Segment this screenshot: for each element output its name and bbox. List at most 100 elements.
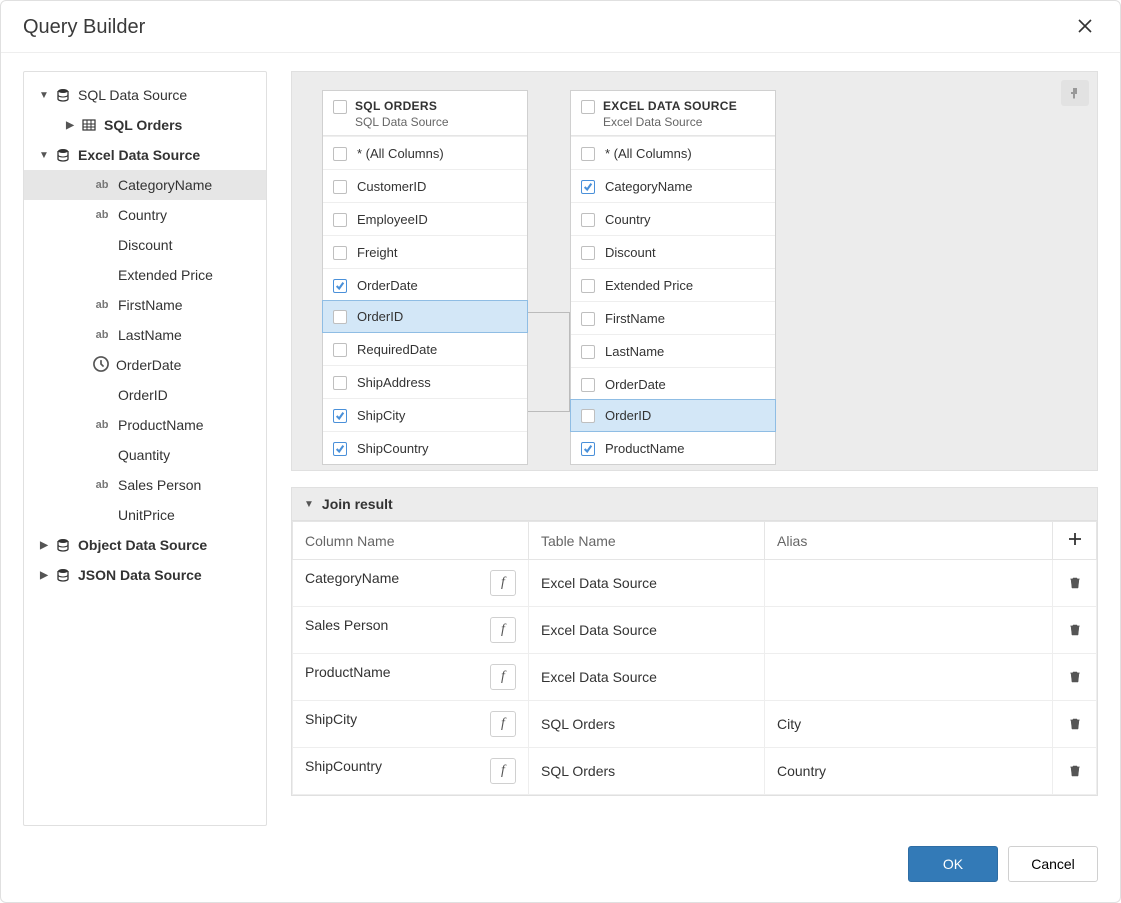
- close-button[interactable]: [1072, 13, 1098, 42]
- checkbox[interactable]: [333, 376, 347, 390]
- checkbox[interactable]: [333, 409, 347, 423]
- result-alias[interactable]: [765, 607, 1053, 654]
- column-row[interactable]: OrderDate: [323, 268, 527, 301]
- checkbox[interactable]: [581, 180, 595, 194]
- expression-button[interactable]: f: [490, 617, 516, 643]
- column-row[interactable]: ShipCity: [323, 398, 527, 431]
- tree-node[interactable]: abLastName: [24, 320, 266, 350]
- checkbox[interactable]: [333, 213, 347, 227]
- pin-button[interactable]: [1061, 80, 1089, 106]
- checkbox[interactable]: [581, 147, 595, 161]
- result-table-name: SQL Orders: [529, 701, 765, 748]
- column-row[interactable]: CategoryName: [571, 169, 775, 202]
- checkbox[interactable]: [333, 310, 347, 324]
- delete-row-button[interactable]: [1065, 575, 1084, 589]
- checkbox[interactable]: [581, 345, 595, 359]
- cancel-button[interactable]: Cancel: [1008, 846, 1098, 882]
- checkbox[interactable]: [333, 180, 347, 194]
- checkbox[interactable]: [581, 279, 595, 293]
- column-row[interactable]: EmployeeID: [323, 202, 527, 235]
- checkbox[interactable]: [333, 147, 347, 161]
- column-row[interactable]: OrderID: [322, 300, 528, 333]
- expression-button[interactable]: f: [490, 758, 516, 784]
- column-name: * (All Columns): [357, 146, 444, 161]
- result-row: ShipCountryfSQL OrdersCountry: [293, 748, 1097, 795]
- tree-node[interactable]: abCategoryName: [24, 170, 266, 200]
- delete-row-button[interactable]: [1065, 763, 1084, 777]
- tree-node-label: SQL Data Source: [78, 87, 187, 103]
- column-row[interactable]: OrderDate: [571, 367, 775, 400]
- delete-row-button[interactable]: [1065, 669, 1084, 683]
- column-row[interactable]: ShipCountry: [323, 431, 527, 464]
- tree-node[interactable]: Extended Price: [24, 260, 266, 290]
- ok-button[interactable]: OK: [908, 846, 998, 882]
- column-row[interactable]: * (All Columns): [323, 136, 527, 169]
- tree-node[interactable]: abSales Person: [24, 470, 266, 500]
- tree-node[interactable]: OrderID: [24, 380, 266, 410]
- column-row[interactable]: Country: [571, 202, 775, 235]
- result-alias[interactable]: [765, 560, 1053, 607]
- column-row[interactable]: OrderID: [570, 399, 776, 432]
- checkbox[interactable]: [581, 213, 595, 227]
- column-row[interactable]: Discount: [571, 235, 775, 268]
- checkbox[interactable]: [333, 100, 347, 114]
- result-alias[interactable]: City: [765, 701, 1053, 748]
- datasource-tree[interactable]: ▼SQL Data Source▶SQL Orders▼Excel Data S…: [23, 71, 267, 826]
- col-header-alias[interactable]: Alias: [765, 522, 1053, 560]
- column-name: CustomerID: [357, 179, 426, 194]
- column-row[interactable]: FirstName: [571, 301, 775, 334]
- checkbox[interactable]: [581, 312, 595, 326]
- column-row[interactable]: ShipAddress: [323, 365, 527, 398]
- checkbox[interactable]: [581, 409, 595, 423]
- column-row[interactable]: CustomerID: [323, 169, 527, 202]
- tree-node[interactable]: ▶JSON Data Source: [24, 560, 266, 590]
- tree-node[interactable]: ▶SQL Orders: [24, 110, 266, 140]
- checkbox[interactable]: [333, 442, 347, 456]
- text-type-icon: ab: [92, 329, 112, 341]
- table-box[interactable]: SQL ORDERSSQL Data Source* (All Columns)…: [322, 90, 528, 465]
- expression-button[interactable]: f: [490, 570, 516, 596]
- result-row: Sales PersonfExcel Data Source: [293, 607, 1097, 654]
- column-row[interactable]: Extended Price: [571, 268, 775, 301]
- checkbox[interactable]: [581, 100, 595, 114]
- result-alias[interactable]: [765, 654, 1053, 701]
- tree-node[interactable]: ▶Object Data Source: [24, 530, 266, 560]
- table-box-header: EXCEL DATA SOURCEExcel Data Source: [571, 91, 775, 136]
- result-alias[interactable]: Country: [765, 748, 1053, 795]
- column-name: Extended Price: [605, 278, 693, 293]
- result-column-name: ProductName: [305, 664, 391, 680]
- col-header-table[interactable]: Table Name: [529, 522, 765, 560]
- tree-node[interactable]: abProductName: [24, 410, 266, 440]
- checkbox[interactable]: [581, 246, 595, 260]
- col-header-column[interactable]: Column Name: [293, 522, 529, 560]
- tree-node[interactable]: Discount: [24, 230, 266, 260]
- checkbox[interactable]: [333, 343, 347, 357]
- expression-button[interactable]: f: [490, 711, 516, 737]
- table-box[interactable]: EXCEL DATA SOURCEExcel Data Source* (All…: [570, 90, 776, 465]
- checkbox[interactable]: [333, 246, 347, 260]
- tree-node-label: CategoryName: [118, 177, 212, 193]
- tree-node[interactable]: OrderDate: [24, 350, 266, 380]
- checkbox[interactable]: [581, 378, 595, 392]
- add-row-button[interactable]: [1065, 532, 1084, 546]
- tree-node[interactable]: abCountry: [24, 200, 266, 230]
- tree-node[interactable]: Quantity: [24, 440, 266, 470]
- column-row[interactable]: LastName: [571, 334, 775, 367]
- column-row[interactable]: Freight: [323, 235, 527, 268]
- expression-button[interactable]: f: [490, 664, 516, 690]
- diagram-canvas[interactable]: SQL ORDERSSQL Data Source* (All Columns)…: [291, 71, 1098, 471]
- column-row[interactable]: RequiredDate: [323, 332, 527, 365]
- join-result-header[interactable]: ▼ Join result: [292, 488, 1097, 521]
- delete-row-button[interactable]: [1065, 716, 1084, 730]
- column-row[interactable]: * (All Columns): [571, 136, 775, 169]
- text-type-icon: ab: [92, 299, 112, 311]
- tree-node[interactable]: ▼Excel Data Source: [24, 140, 266, 170]
- tree-node[interactable]: ▼SQL Data Source: [24, 80, 266, 110]
- delete-row-button[interactable]: [1065, 622, 1084, 636]
- result-column-name: ShipCountry: [305, 758, 382, 774]
- column-row[interactable]: ProductName: [571, 431, 775, 464]
- checkbox[interactable]: [333, 279, 347, 293]
- tree-node[interactable]: UnitPrice: [24, 500, 266, 530]
- checkbox[interactable]: [581, 442, 595, 456]
- tree-node[interactable]: abFirstName: [24, 290, 266, 320]
